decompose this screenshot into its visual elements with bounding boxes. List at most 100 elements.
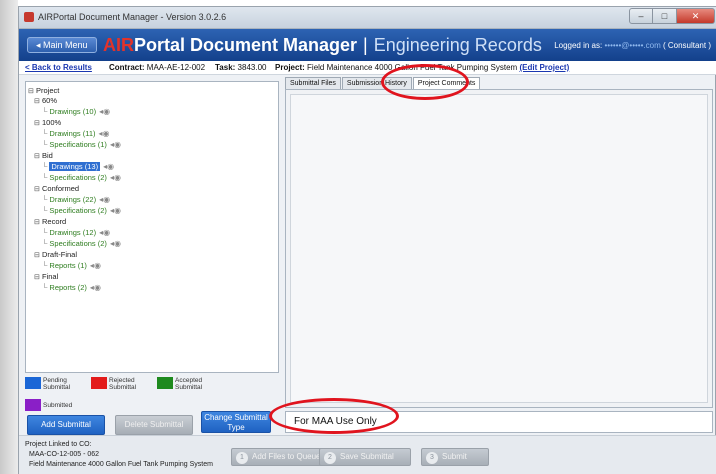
tree-phase[interactable]: ⊟ 100% [34,118,61,128]
add-submittal-button[interactable]: Add Submittal [27,415,105,435]
tree-leaf[interactable]: └ Specifications (2) ◂◉ [42,173,121,183]
app-brand: AIRPortal Document Manager | Engineering R… [103,35,542,56]
tree-phase[interactable]: ⊟ Record [34,217,66,227]
tree-node-label: Drawings (10) [49,107,97,116]
tree-node-label: Reports (2) [49,283,87,292]
collapse-icon[interactable]: ⊟ [34,218,42,228]
collapse-icon[interactable]: ⊟ [34,97,42,107]
legend-label-submitted: Submitted [43,402,73,409]
tree-phase[interactable]: ⊟ Draft-Final [34,250,77,260]
tree-node-label: Conformed [42,184,80,193]
tree-node-label: Record [42,217,67,226]
view-icon[interactable]: ◂◉ [99,107,110,117]
tree-root[interactable]: ⊟ Project [28,86,59,96]
logged-in-status: Logged in as: ••••••@•••••.com ( Consult… [554,41,711,50]
brand-name: Portal Document Manager [134,35,358,55]
collapse-icon[interactable]: ⊟ [34,119,42,129]
tree-leaf[interactable]: └ Drawings (22) ◂◉ [42,195,110,205]
view-icon[interactable]: ◂◉ [99,195,110,205]
tree-leaf[interactable]: └ Drawings (10) ◂◉ [42,107,110,117]
minimize-button[interactable]: – [629,8,653,24]
tree-node-label: Final [42,272,59,281]
step-1-icon: 1 [236,452,248,464]
tree-node-label: Specifications (1) [49,140,107,149]
save-submittal-button[interactable]: 2 Save Submittal [319,448,411,466]
tree-phase[interactable]: ⊟ Bid [34,151,53,161]
step-3-icon: 3 [426,452,438,464]
legend-label-rejected: Rejected Submittal [109,377,137,391]
tree-phase[interactable]: ⊟ 60% [34,96,57,106]
tree-node-label: Specifications (2) [49,206,107,215]
bottom-bar: Project Linked to CO: MAA-CO-12-005 - 06… [19,435,716,474]
logged-in-label: Logged in as: [554,41,603,50]
tree-node-label: Drawings (12) [49,228,97,237]
change-submittal-type-button[interactable]: Change Submittal Type [201,411,271,433]
tree-phase[interactable]: ⊟ Final [34,272,58,282]
app-icon [24,12,34,22]
step-3-label: Submit [442,452,467,461]
collapse-icon[interactable]: ⊟ [34,273,42,283]
tree-leaf[interactable]: └ Drawings (13) ◂◉ [42,162,114,172]
collapse-icon[interactable]: ⊟ [34,251,42,261]
contract-value: MAA-AE-12-002 [146,63,206,72]
tree-node-label: Drawings (13) [49,162,101,171]
view-icon[interactable]: ◂◉ [103,162,114,172]
view-icon[interactable]: ◂◉ [99,129,110,139]
legend-swatch-pending [25,377,41,389]
view-icon[interactable]: ◂◉ [90,261,101,271]
legend-swatch-accepted [157,377,173,389]
logged-in-role: ( Consultant ) [662,41,711,50]
left-background-edge [0,0,18,474]
brand-air: AIR [103,35,134,55]
tree-node-label: Bid [42,151,53,160]
brand-subtitle: Engineering Records [373,35,542,55]
tree-leaf[interactable]: └ Specifications (1) ◂◉ [42,140,121,150]
collapse-icon[interactable]: ⊟ [34,185,42,195]
annotation-circle-input [269,398,399,434]
delete-submittal-button[interactable]: Delete Submittal [115,415,193,435]
main-menu-button[interactable]: ◂ Main Menu [27,37,97,53]
tree-leaf[interactable]: └ Specifications (2) ◂◉ [42,239,121,249]
add-files-to-queue-button[interactable]: 1 Add Files to Queue [231,448,329,466]
maximize-button[interactable]: □ [653,8,677,24]
legend-label-accepted: Accepted Submittal [175,377,203,391]
window-controls: – □ ✕ [629,8,715,24]
tree-node-label: Draft-Final [42,250,78,259]
view-icon[interactable]: ◂◉ [110,239,121,249]
task-info: Task: 3843.00 [215,61,266,75]
view-icon[interactable]: ◂◉ [110,140,121,150]
contract-info: Contract: MAA-AE-12-002 [109,61,205,75]
submit-button[interactable]: 3 Submit [421,448,489,466]
comments-panel [285,89,713,408]
legend-label-pending: Pending Submittal [43,377,71,391]
legend-swatch-submitted [25,399,41,411]
tree-leaf[interactable]: └ Specifications (2) ◂◉ [42,206,121,216]
tree-leaf[interactable]: └ Drawings (11) ◂◉ [42,129,110,139]
logged-in-user: ••••••@•••••.com [604,41,661,50]
close-button[interactable]: ✕ [677,8,715,24]
brand-divider: | [363,35,368,55]
window-title: AIRPortal Document Manager - Version 3.0… [38,12,227,22]
tree-phase[interactable]: ⊟ Conformed [34,184,79,194]
view-icon[interactable]: ◂◉ [110,173,121,183]
tree-node-label: Reports (1) [49,261,87,270]
comments-list[interactable] [290,94,708,403]
view-icon[interactable]: ◂◉ [99,228,110,238]
annotation-circle-tab [381,64,469,100]
tree-leaf[interactable]: └ Reports (1) ◂◉ [42,261,101,271]
edit-project-link[interactable]: (Edit Project) [519,63,569,72]
tree-node-label: Specifications (2) [49,239,107,248]
view-icon[interactable]: ◂◉ [90,283,101,293]
submittal-tree[interactable]: ⊟ Project ⊟ 60% └ Drawings (10) ◂◉ ⊟ 100% └ Dra… [25,81,279,373]
view-icon[interactable]: ◂◉ [110,206,121,216]
tree-leaf[interactable]: └ Reports (2) ◂◉ [42,283,101,293]
project-info-bar: < Back to Results Contract: MAA-AE-12-00… [19,61,716,75]
collapse-icon[interactable]: ⊟ [34,152,42,162]
linked-co-number: MAA-CO-12-005 - 062 [29,451,100,458]
legend-swatch-rejected [91,377,107,389]
tree-leaf[interactable]: └ Drawings (12) ◂◉ [42,228,110,238]
linked-co-info: Project Linked to CO: MAA-CO-12-005 - 06… [25,440,213,470]
step-2-label: Save Submittal [340,452,394,461]
back-to-results-link[interactable]: < Back to Results [25,61,92,75]
tab-submittal-files[interactable]: Submittal Files [285,77,341,89]
